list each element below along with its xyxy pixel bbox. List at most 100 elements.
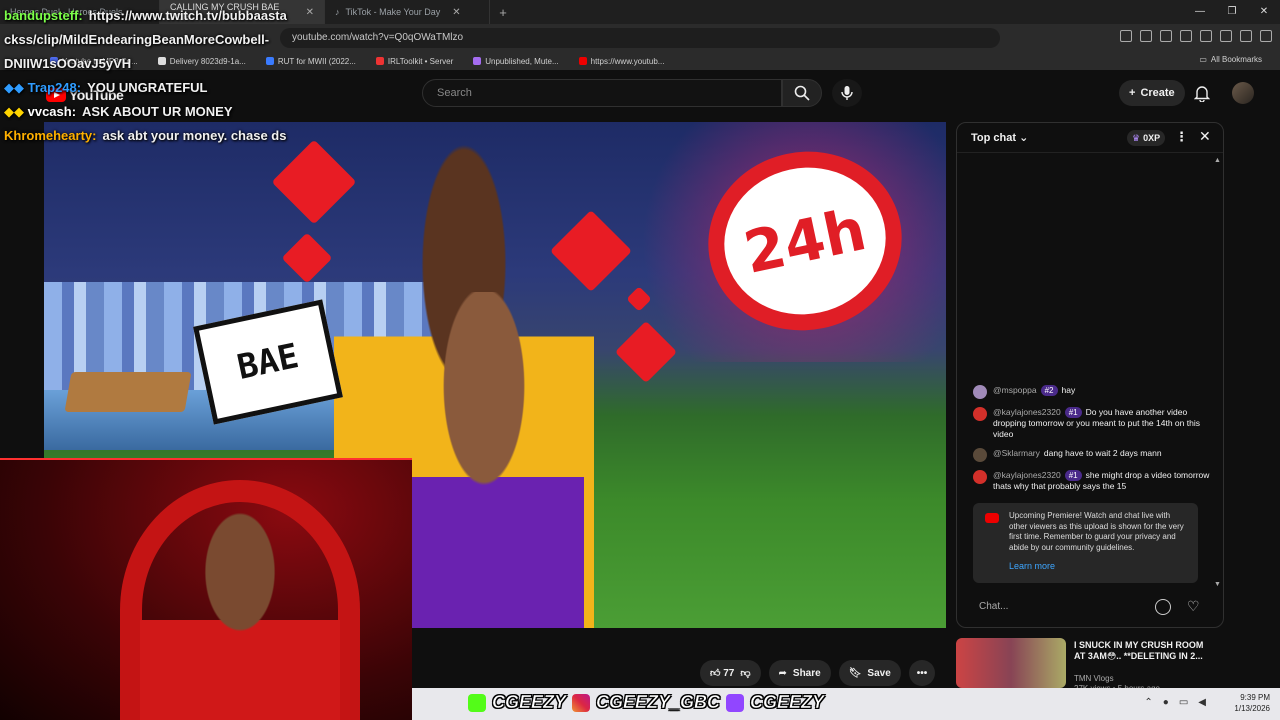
avatar[interactable] <box>1232 82 1254 104</box>
bookmark-icon <box>375 57 384 65</box>
like-dislike-group: 👍︎ 77 👎︎ <box>700 660 761 686</box>
video-actions: 👍︎ 77 👎︎ ➦ Share 🔖︎ Save ••• <box>700 660 936 686</box>
url-field[interactable]: youtube.com/watch?v=Q0qOWaTMlzo <box>280 28 1000 48</box>
crown-icon: ♛ <box>1132 132 1141 143</box>
music-icon[interactable] <box>1160 30 1172 42</box>
kick-icon <box>468 693 486 712</box>
rank-badge: #2 <box>1040 385 1058 396</box>
overlay-chat-user: Trap248: <box>27 80 82 95</box>
emoji-icon[interactable] <box>1155 599 1171 615</box>
create-button[interactable]: + Create <box>1119 80 1185 106</box>
overlay-chat-line: bandupsteff: https://www.twitch.tv/bubbaa… <box>4 8 287 23</box>
taskbar: CGEEZY CGEEZY_GBC CGEEZY ⌃ ● ▭ ◀ 9:39 PM… <box>412 688 1280 720</box>
scroll-down-icon[interactable]: ▼ <box>1214 581 1221 588</box>
network-icon[interactable]: ▭ <box>1179 697 1188 708</box>
recommended-video[interactable]: I SNUCK IN MY CRUSH ROOM AT 3AM😳.. **DEL… <box>956 638 1224 693</box>
browser-tab[interactable]: ♪ TikTok - Make Your Day ✕ <box>325 0 490 24</box>
tiktok-icon: ♪ <box>335 7 340 17</box>
chat-messages: @mspoppa #2 hay @kaylajones2320 #1 Do you ha… <box>973 385 1211 500</box>
notifications-button[interactable] <box>1193 84 1211 107</box>
bookmark[interactable]: Unpublished, Mute... <box>463 57 568 66</box>
avatar <box>973 385 987 399</box>
thumbnail-person <box>384 292 584 628</box>
share-icon: ➦ <box>778 667 787 679</box>
chat-mode-dropdown[interactable]: Top chat ⌄ <box>971 131 1028 144</box>
search-icon <box>794 85 810 101</box>
menu-icon[interactable] <box>1260 30 1272 42</box>
minimize-icon[interactable]: — <box>1184 0 1216 24</box>
learn-more-link[interactable]: Learn more <box>1009 561 1188 572</box>
premiere-notice: Upcoming Premiere! Watch and chat live w… <box>973 503 1198 583</box>
bookmark-icon: 🔖︎ <box>848 667 862 679</box>
save-button[interactable]: 🔖︎ Save <box>838 660 901 686</box>
bookmark[interactable]: IRLToolkit • Server <box>366 57 463 66</box>
stream-social-banner: CGEEZY CGEEZY_GBC CGEEZY <box>468 692 824 713</box>
folder-icon: ▭ <box>1199 55 1207 64</box>
recommended-channel[interactable]: TMN Vlogs <box>1074 674 1114 683</box>
volume-icon[interactable]: ◀ <box>1198 697 1206 708</box>
badge-icon: ◆◆ <box>4 104 28 119</box>
overlay-chat-line: ◆◆ Trap248: YOU UNGRATEFUL <box>4 80 208 95</box>
avatar <box>973 470 987 484</box>
webcam-streamer <box>140 500 340 720</box>
bookmark[interactable]: https://www.youtub... <box>569 57 675 66</box>
close-icon[interactable]: ✕ <box>1199 128 1211 145</box>
extension-icon[interactable] <box>1220 30 1232 42</box>
close-tab-icon[interactable]: ✕ <box>452 7 460 18</box>
like-button[interactable]: 👍︎ 77 <box>710 667 734 679</box>
system-tray-icons: ⌃ ● ▭ ◀ <box>1144 697 1206 708</box>
plus-icon: + <box>1129 87 1136 99</box>
microphone-icon[interactable]: ● <box>1163 697 1169 708</box>
search-input[interactable]: Search <box>422 79 782 107</box>
overlay-chat-line: Khromehearty: ask abt your money. chase d… <box>4 128 287 143</box>
recommended-title[interactable]: I SNUCK IN MY CRUSH ROOM AT 3AM😳.. **DEL… <box>1074 640 1214 662</box>
thumbs-down-icon[interactable]: 👎︎ <box>740 667 750 679</box>
close-tab-icon[interactable]: ✕ <box>306 7 314 18</box>
heart-icon[interactable]: ♡ <box>1187 598 1200 615</box>
stream-overlay-chat: bandupsteff: https://www.twitch.tv/bubbaa… <box>4 4 287 148</box>
chat-message: @Sklarmary dang have to wait 2 days mann <box>973 448 1211 462</box>
close-window-icon[interactable]: ✕ <box>1248 0 1280 24</box>
overlay-chat-line: ◆◆ vvcash: ASK ABOUT UR MONEY <box>4 104 233 119</box>
instagram-icon <box>572 693 591 712</box>
overlay-chat-line: ckss/clip/MildEndearingBeanMoreCowbell- <box>4 32 270 47</box>
youtube-icon <box>985 513 999 523</box>
all-bookmarks[interactable]: ▭ All Bookmarks <box>1189 55 1272 64</box>
share-button[interactable]: ➦ Share <box>768 660 831 686</box>
voice-search-button[interactable] <box>832 79 862 107</box>
thumbnail-bench <box>64 372 192 412</box>
more-actions-button[interactable]: ••• <box>908 660 936 686</box>
extension-icons <box>1120 30 1272 42</box>
chevron-up-icon[interactable]: ⌃ <box>1144 697 1152 708</box>
overlay-chat-user: bandupsteff: <box>4 8 83 23</box>
screen: Heroes Duel - Heroes Duels... CALLING MY… <box>0 0 1280 720</box>
search-button[interactable] <box>782 79 822 107</box>
chat-message: @kaylajones2320 #1 she might drop a video … <box>973 470 1211 492</box>
heart-icon <box>281 232 333 284</box>
extension-icon[interactable] <box>1140 30 1152 42</box>
shield-icon[interactable] <box>1240 30 1252 42</box>
rank-badge: #1 <box>1064 407 1082 418</box>
sidebar-icon[interactable] <box>1180 30 1192 42</box>
avatar <box>973 407 987 421</box>
rank-badge: #1 <box>1064 470 1082 481</box>
recommended-thumbnail[interactable] <box>956 638 1066 688</box>
maximize-icon[interactable]: ❐ <box>1216 0 1248 24</box>
overlay-chat-line: DNIIW1sOOavJ5yVH <box>4 56 132 71</box>
microphone-icon <box>841 86 853 100</box>
more-horizontal-icon: ••• <box>916 667 928 679</box>
chat-message: @kaylajones2320 #1 Do you have another vid… <box>973 407 1211 440</box>
chat-message: @mspoppa #2 hay <box>973 385 1211 399</box>
extension-icon[interactable] <box>1120 30 1132 42</box>
clock[interactable]: 9:39 PM 1/13/2026 <box>1234 692 1270 714</box>
twitch-icon <box>726 693 745 712</box>
overlay-chat-user: vvcash: <box>27 104 77 119</box>
new-tab-button[interactable]: + <box>490 5 516 20</box>
chat-input[interactable]: Chat... <box>969 595 1139 619</box>
avatar <box>973 448 987 462</box>
scroll-up-icon[interactable]: ▲ <box>1214 157 1221 164</box>
wallet-icon[interactable] <box>1200 30 1212 42</box>
chat-header: Top chat ⌄ ♛ 0XP ⋮ ✕ <box>957 123 1223 153</box>
more-options-icon[interactable]: ⋮ <box>1175 129 1188 145</box>
xp-badge[interactable]: ♛ 0XP <box>1127 130 1166 146</box>
